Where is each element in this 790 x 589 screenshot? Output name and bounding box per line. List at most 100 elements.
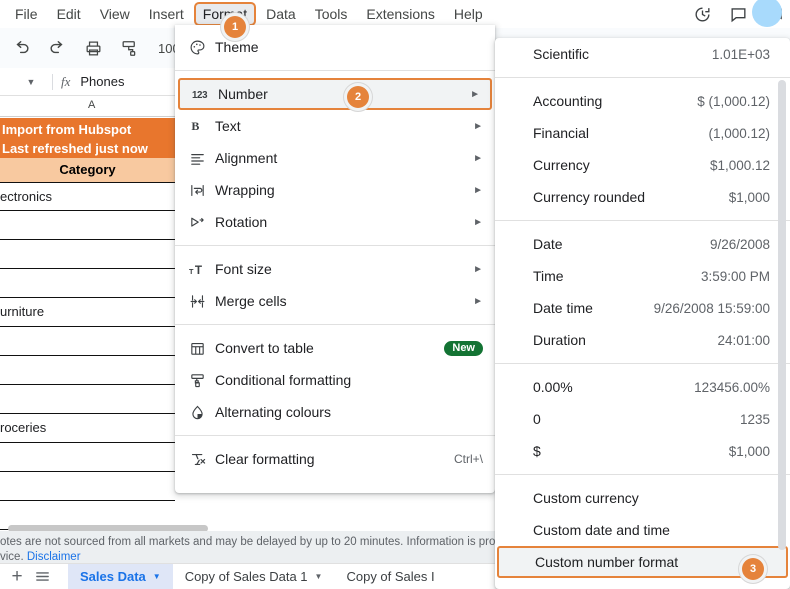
comment-icon[interactable]	[728, 4, 748, 24]
menu-item-tools[interactable]: Tools	[306, 2, 357, 26]
grid-cell[interactable]: ectronics	[0, 182, 175, 211]
number-format-item-scientific[interactable]: Scientific 1.01E+03	[495, 38, 790, 70]
number-format-label: $	[533, 443, 541, 459]
number-format-example: 1.01E+03	[711, 46, 770, 62]
number-format-item-date-time[interactable]: Date time 9/26/2008 15:59:00	[495, 292, 790, 324]
number-format-label: Custom date and time	[533, 522, 670, 538]
grid-cell[interactable]	[0, 443, 175, 472]
menu-item-label: Wrapping	[215, 182, 275, 198]
submenu-divider	[495, 363, 790, 364]
number-format-item-currency-rounded[interactable]: Currency rounded $1,000	[495, 181, 790, 213]
menu-item-shortcut: Ctrl+\	[453, 452, 483, 466]
theme-palette-icon	[189, 39, 215, 56]
number-format-label: Date	[533, 236, 563, 252]
submenu-arrow-icon: ►	[473, 152, 483, 164]
menu-divider	[175, 435, 495, 436]
disclaimer-link[interactable]: Disclaimer	[27, 551, 81, 563]
menu-item-label: Number	[218, 86, 268, 102]
format-menu-item-rotation[interactable]: Rotation ►	[175, 206, 495, 238]
number-format-label: Custom number format	[535, 554, 679, 570]
chevron-down-icon[interactable]: ▼	[18, 77, 44, 87]
number-format-submenu: Scientific 1.01E+03 Accounting $ (1,000.12)…	[495, 38, 790, 589]
chevron-down-icon[interactable]: ▼	[315, 572, 323, 581]
format-menu-item-text[interactable]: B Text ►	[175, 110, 495, 142]
menu-item-data[interactable]: Data	[257, 2, 305, 26]
sheet-tab[interactable]: Copy of Sales Data 1 ▼	[173, 564, 335, 589]
menu-item-file[interactable]: File	[6, 2, 47, 26]
alignment-icon	[189, 150, 215, 167]
number-format-item-time[interactable]: Time 3:59:00 PM	[495, 260, 790, 292]
top-right-icon-group	[692, 0, 784, 28]
grid-cell[interactable]	[0, 356, 175, 385]
submenu-arrow-icon: ►	[470, 88, 480, 100]
add-sheet-button[interactable]: +	[0, 566, 34, 588]
menu-divider	[175, 324, 495, 325]
spreadsheet-app-window: File Edit View Insert Format Data Tools Extensi…	[0, 0, 790, 589]
sheet-tab[interactable]: Sales Data ▼	[68, 563, 173, 589]
format-menu-item-theme[interactable]: Theme	[175, 31, 495, 63]
grid-cell[interactable]	[0, 211, 175, 240]
number-format-label: Accounting	[533, 93, 603, 109]
number-format-label: Scientific	[533, 46, 590, 62]
number-format-label: 0.00%	[533, 379, 573, 395]
format-menu-item-wrapping[interactable]: Wrapping ►	[175, 174, 495, 206]
submenu-arrow-icon: ►	[473, 295, 483, 307]
format-menu-item-conditional-formatting[interactable]: Conditional formatting	[175, 364, 495, 396]
number-format-item-0-00-[interactable]: 0.00% 123456.00%	[495, 371, 790, 403]
number-format-item-custom-currency[interactable]: Custom currency	[495, 482, 790, 514]
submenu-divider	[495, 474, 790, 475]
number-format-item-duration[interactable]: Duration 24:01:00	[495, 324, 790, 356]
grid-cell[interactable]: urniture	[0, 298, 175, 327]
number-format-item-accounting[interactable]: Accounting $ (1,000.12)	[495, 85, 790, 117]
paint-format-icon[interactable]	[118, 37, 140, 59]
number-format-item-financial[interactable]: Financial (1,000.12)	[495, 117, 790, 149]
format-menu-item-alternating-colours[interactable]: Alternating colours	[175, 396, 495, 428]
undo-icon[interactable]	[10, 37, 32, 59]
number-format-item-currency[interactable]: Currency $1,000.12	[495, 149, 790, 181]
submenu-scrollbar[interactable]	[778, 80, 786, 550]
number-format-item-0[interactable]: 0 1235	[495, 403, 790, 435]
banner-line-1: Import from Hubspot	[2, 122, 132, 137]
sheet-tab[interactable]: Copy of Sales I	[334, 564, 446, 589]
grid-cell[interactable]	[0, 472, 175, 501]
chevron-down-icon[interactable]: ▼	[153, 572, 161, 581]
menu-item-label: Alternating colours	[215, 404, 331, 420]
number-format-example: 24:01:00	[717, 332, 770, 348]
number-format-item--[interactable]: $ $1,000	[495, 435, 790, 467]
number-format-label: Financial	[533, 125, 590, 141]
grid-cell[interactable]	[0, 269, 175, 298]
menu-item-label: Font size	[215, 261, 272, 277]
format-menu-item-merge-cells[interactable]: Merge cells ►	[175, 285, 495, 317]
number-format-label: 0	[533, 411, 541, 427]
bold-b-icon: B	[189, 118, 215, 134]
number-format-item-date[interactable]: Date 9/26/2008	[495, 228, 790, 260]
menu-item-help[interactable]: Help	[445, 2, 492, 26]
grid-cell[interactable]: roceries	[0, 414, 175, 443]
format-menu-item-convert-to-table[interactable]: Convert to table New	[175, 332, 495, 364]
menu-item-edit[interactable]: Edit	[48, 2, 90, 26]
number-format-example: $1,000.12	[709, 157, 770, 173]
submenu-arrow-icon: ►	[473, 263, 483, 275]
number-format-example: 9/26/2008	[709, 236, 770, 252]
menu-item-extensions[interactable]: Extensions	[357, 2, 443, 26]
version-history-icon[interactable]	[692, 4, 712, 24]
column-header-a[interactable]: A	[88, 99, 95, 111]
menu-item-view[interactable]: View	[91, 2, 139, 26]
number-format-item-custom-date-and-time[interactable]: Custom date and time	[495, 514, 790, 546]
hamburger-icon[interactable]	[34, 568, 68, 585]
number-format-example: $ (1,000.12)	[697, 93, 770, 109]
grid-cell[interactable]	[0, 240, 175, 269]
format-menu-item-font-size[interactable]: T T Font size ►	[175, 253, 495, 285]
number-format-label: Custom currency	[533, 490, 639, 506]
grid-cell[interactable]	[0, 385, 175, 414]
format-menu-item-clear-formatting[interactable]: Clear formatting Ctrl+\	[175, 443, 495, 475]
step-badge-3: 3	[742, 558, 764, 580]
formula-input[interactable]: Phones	[80, 74, 124, 89]
category-header-cell[interactable]: Category	[0, 158, 175, 182]
print-icon[interactable]	[82, 37, 104, 59]
format-menu-item-number[interactable]: 123 Number ►	[178, 78, 492, 110]
grid-cell[interactable]	[0, 327, 175, 356]
redo-icon[interactable]	[46, 37, 68, 59]
format-menu-item-alignment[interactable]: Alignment ►	[175, 142, 495, 174]
menu-item-insert[interactable]: Insert	[140, 2, 193, 26]
